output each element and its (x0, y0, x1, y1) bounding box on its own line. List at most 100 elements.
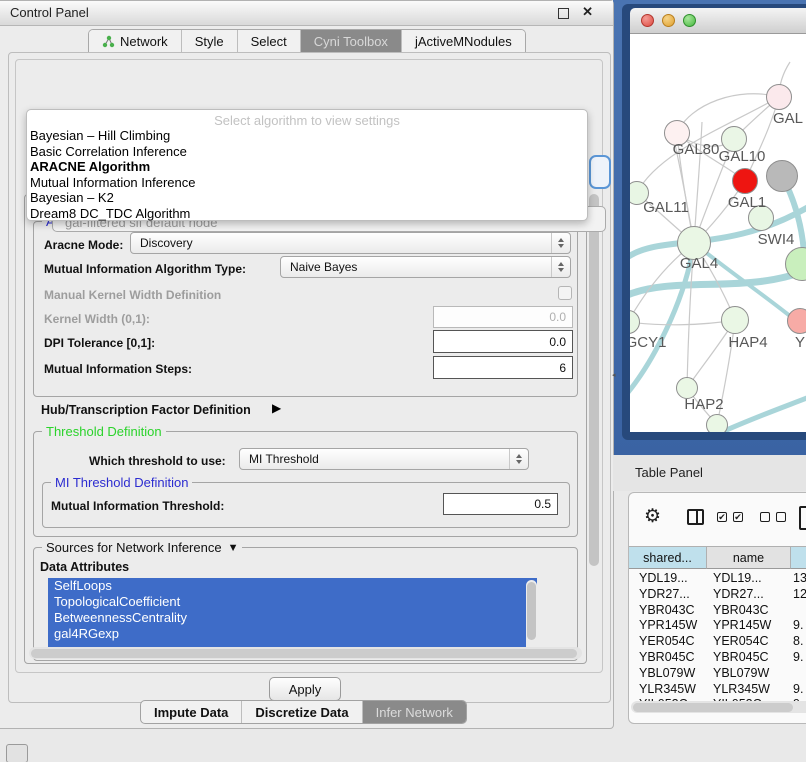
algorithm-option[interactable]: Mutual Information Inference (27, 175, 587, 191)
network-window: GALGAL80GAL10GAL1SWI4GAL11GAL4GCY1HAP4YH… (622, 4, 806, 440)
network-node[interactable] (706, 414, 728, 432)
tab-style[interactable]: Style (182, 30, 238, 53)
algorithm-option[interactable]: Basic Correlation Inference (27, 144, 587, 160)
column-header-shared-name[interactable]: shared... (629, 546, 707, 569)
table-cell: YPR145W (639, 618, 705, 634)
table-row[interactable]: YPR145WYPR145W9. (629, 618, 806, 634)
columns-icon[interactable] (687, 509, 704, 525)
network-node-label: Y (795, 334, 805, 351)
mac-close-button[interactable] (641, 14, 654, 27)
network-node-label: HAP4 (728, 334, 767, 351)
tab-jactivemnodules[interactable]: jActiveMNodules (402, 30, 525, 53)
settings-horizontal-scrollbar[interactable] (29, 647, 582, 659)
algorithm-option[interactable]: ARACNE Algorithm (27, 159, 587, 175)
table-cell: YDL19... (713, 571, 789, 587)
table-cell: 9. (793, 618, 806, 634)
table-horizontal-scrollbar[interactable] (631, 701, 806, 713)
checked-checkbox-icon[interactable]: ✔ (733, 512, 743, 522)
mac-minimize-button[interactable] (662, 14, 675, 27)
mi-steps-label: Mutual Information Steps: (44, 362, 192, 376)
close-icon[interactable]: ✕ (582, 4, 593, 20)
mi-threshold-label: Mutual Information Threshold: (51, 499, 224, 513)
which-threshold-combo[interactable]: MI Threshold (239, 448, 529, 470)
network-node[interactable] (787, 308, 806, 334)
table-row[interactable]: YDR27...YDR27...12 (629, 587, 806, 603)
table-cell: YBL079W (713, 666, 789, 682)
algorithm-option[interactable]: Bayesian – Hill Climbing (27, 128, 587, 144)
dpi-tolerance-field[interactable]: 0.0 (433, 330, 573, 353)
tab-network[interactable]: Network (89, 30, 182, 53)
table-row[interactable]: YBR045CYBR045C9. (629, 650, 806, 666)
attributes-scrollbar[interactable] (526, 580, 537, 656)
network-node[interactable] (721, 306, 749, 334)
control-panel-titlebar[interactable]: Control Panel ✕ (0, 1, 613, 26)
aracne-mode-combo[interactable]: Discovery (130, 232, 571, 254)
settings-vertical-scrollbar[interactable] (588, 192, 600, 648)
document-icon[interactable] (799, 506, 806, 530)
table-cell: YER054C (713, 634, 789, 650)
tab-cyni-toolbox[interactable]: Cyni Toolbox (301, 30, 402, 53)
network-node[interactable] (766, 84, 792, 110)
table-cell: YDR27... (713, 587, 789, 603)
unchecked-checkbox-icon[interactable] (776, 512, 786, 522)
apply-button[interactable]: Apply (269, 677, 341, 701)
data-attribute-item[interactable]: SelfLoops (48, 578, 537, 594)
table-row[interactable]: YER054CYER054C8. (629, 634, 806, 650)
checked-checkbox-icon[interactable]: ✔ (717, 512, 727, 522)
table-row[interactable]: YBL079WYBL079W (629, 666, 806, 682)
float-window-icon[interactable] (558, 8, 569, 19)
kernel-width-field[interactable]: 0.0 (433, 306, 573, 328)
panel-splitter-icon[interactable]: ◂ (612, 371, 616, 379)
dpi-tolerance-label: DPI Tolerance [0,1]: (44, 336, 155, 350)
control-panel-title: Control Panel (10, 5, 89, 20)
column-header-name[interactable]: name (707, 546, 791, 569)
expand-down-icon: ▼ (228, 542, 239, 554)
minimized-panel-icon[interactable] (6, 744, 28, 762)
network-node-label: SWI4 (758, 231, 795, 248)
manual-kernel-checkbox[interactable] (558, 286, 572, 300)
network-node[interactable] (732, 168, 758, 194)
manual-kernel-label: Manual Kernel Width Definition (44, 288, 221, 302)
network-canvas[interactable]: GALGAL80GAL10GAL1SWI4GAL11GAL4GCY1HAP4YH… (630, 34, 806, 432)
data-attribute-item[interactable]: TopologicalCoefficient (48, 594, 537, 610)
data-attribute-item[interactable]: BetweennessCentrality (48, 610, 537, 626)
table-row[interactable]: YLR345WYLR345W9. (629, 682, 806, 698)
network-node[interactable] (766, 160, 798, 192)
hub-definition-label[interactable]: Hub/Transcription Factor Definition (41, 403, 251, 417)
mi-threshold-definition-title: MI Threshold Definition (51, 475, 192, 490)
control-panel-window: Control Panel ✕ Network Style Select Cyn… (0, 0, 614, 729)
tab-infer-network[interactable]: Infer Network (363, 701, 466, 723)
gear-icon[interactable]: ⚙ (644, 505, 661, 528)
expand-right-icon[interactable]: ▶ (272, 401, 281, 415)
algorithm-option[interactable]: Bayesian – K2 (27, 190, 587, 206)
sources-group: Sources for Network Inference ▼ Data Att… (33, 547, 578, 661)
table-row[interactable]: YDL19...YDL19...13 (629, 571, 806, 587)
table-cell: YDR27... (639, 587, 705, 603)
mi-algorithm-type-combo[interactable]: Naive Bayes (280, 256, 571, 278)
table-cell: YPR145W (713, 618, 789, 634)
network-node-label: GAL1 (728, 194, 766, 211)
algorithm-combo-focus-ring[interactable] (589, 155, 611, 189)
data-attributes-list[interactable]: SelfLoopsTopologicalCoefficientBetweenne… (48, 578, 537, 658)
mi-steps-field[interactable]: 6 (433, 356, 573, 379)
sources-title: Sources for Network Inference (46, 540, 222, 555)
algorithm-option[interactable]: Dream8 DC_TDC Algorithm (27, 206, 587, 222)
table-cell: 13 (793, 571, 806, 587)
column-header-partial[interactable] (791, 546, 806, 569)
mi-threshold-field[interactable]: 0.5 (443, 493, 558, 515)
threshold-definition-group: Threshold Definition Which threshold to … (33, 431, 578, 537)
tab-impute-data[interactable]: Impute Data (141, 701, 242, 723)
algorithm-dropdown-prompt: Select algorithm to view settings (27, 113, 587, 128)
cyni-toolbox-panel: gal-filtered sif default node Select alg… (8, 52, 611, 703)
network-window-titlebar[interactable] (630, 8, 806, 34)
tab-discretize-data[interactable]: Discretize Data (242, 701, 362, 723)
unchecked-checkbox-icon[interactable] (760, 512, 770, 522)
sources-title-wrap[interactable]: Sources for Network Inference ▼ (42, 540, 242, 555)
threshold-definition-title: Threshold Definition (42, 424, 166, 439)
table-row[interactable]: YBR043CYBR043C (629, 603, 806, 619)
data-attribute-item[interactable]: gal4RGexp (48, 626, 537, 642)
tab-select[interactable]: Select (238, 30, 301, 53)
table-cell: YBR043C (713, 603, 789, 619)
data-attributes-label: Data Attributes (40, 560, 129, 574)
mac-zoom-button[interactable] (683, 14, 696, 27)
